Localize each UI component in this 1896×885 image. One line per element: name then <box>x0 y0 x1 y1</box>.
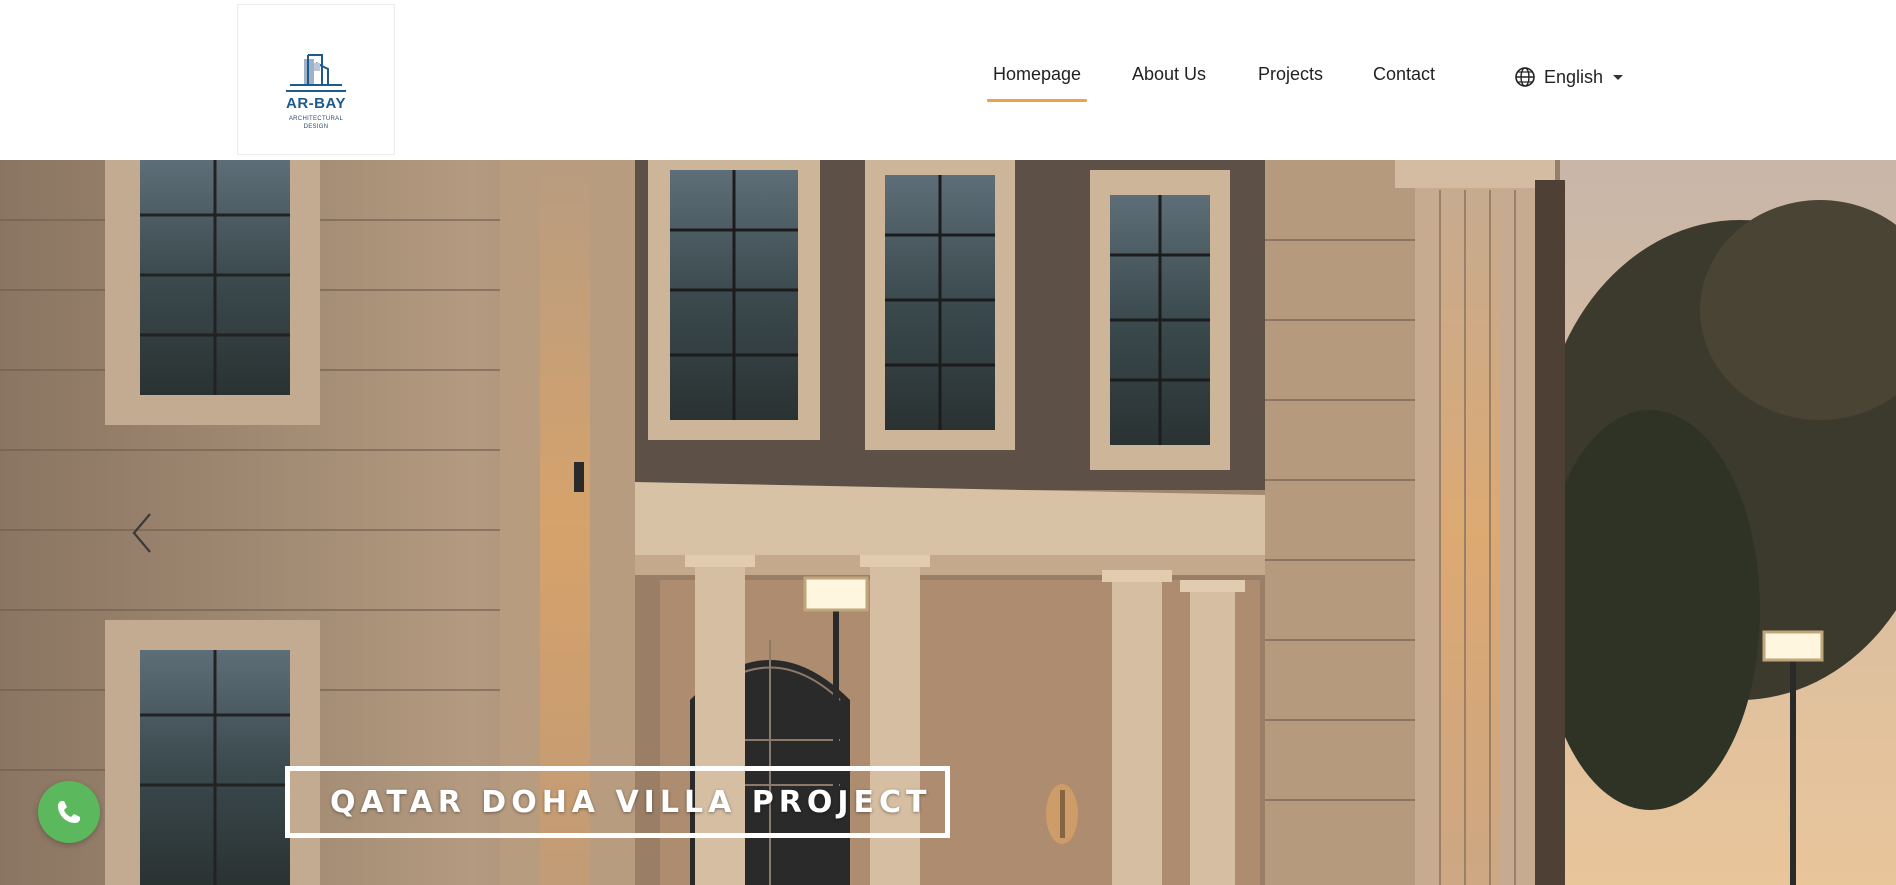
nav-about-us[interactable]: About Us <box>1132 64 1206 85</box>
caret-down-icon <box>1613 74 1624 80</box>
language-selector[interactable]: English <box>1514 66 1624 88</box>
globe-icon <box>1515 67 1535 87</box>
chevron-left-icon[interactable] <box>128 508 158 558</box>
logo-subtitle: ARCHITECTURAL DESIGN <box>238 115 394 131</box>
whatsapp-phone-icon <box>58 801 80 823</box>
nav-homepage[interactable]: Homepage <box>986 64 1088 102</box>
nav-contact[interactable]: Contact <box>1373 64 1435 85</box>
hero-slider: QATAR DOHA VILLA PROJECT <box>0 160 1896 885</box>
slide-caption-box: QATAR DOHA VILLA PROJECT <box>285 766 950 838</box>
building-logo-icon <box>286 54 346 92</box>
site-header: AR-BAY ARCHITECTURAL DESIGN Homepage Abo… <box>0 0 1896 160</box>
slide-caption: QATAR DOHA VILLA PROJECT <box>330 784 932 820</box>
logo-subtitle-line2: DESIGN <box>303 124 329 130</box>
language-label: English <box>1544 66 1604 87</box>
whatsapp-button[interactable] <box>38 781 100 843</box>
nav-projects[interactable]: Projects <box>1258 64 1323 85</box>
logo-subtitle-line1: ARCHITECTURAL <box>288 116 344 122</box>
logo-name: AR-BAY <box>286 95 346 112</box>
logo[interactable]: AR-BAY ARCHITECTURAL DESIGN <box>237 4 395 155</box>
